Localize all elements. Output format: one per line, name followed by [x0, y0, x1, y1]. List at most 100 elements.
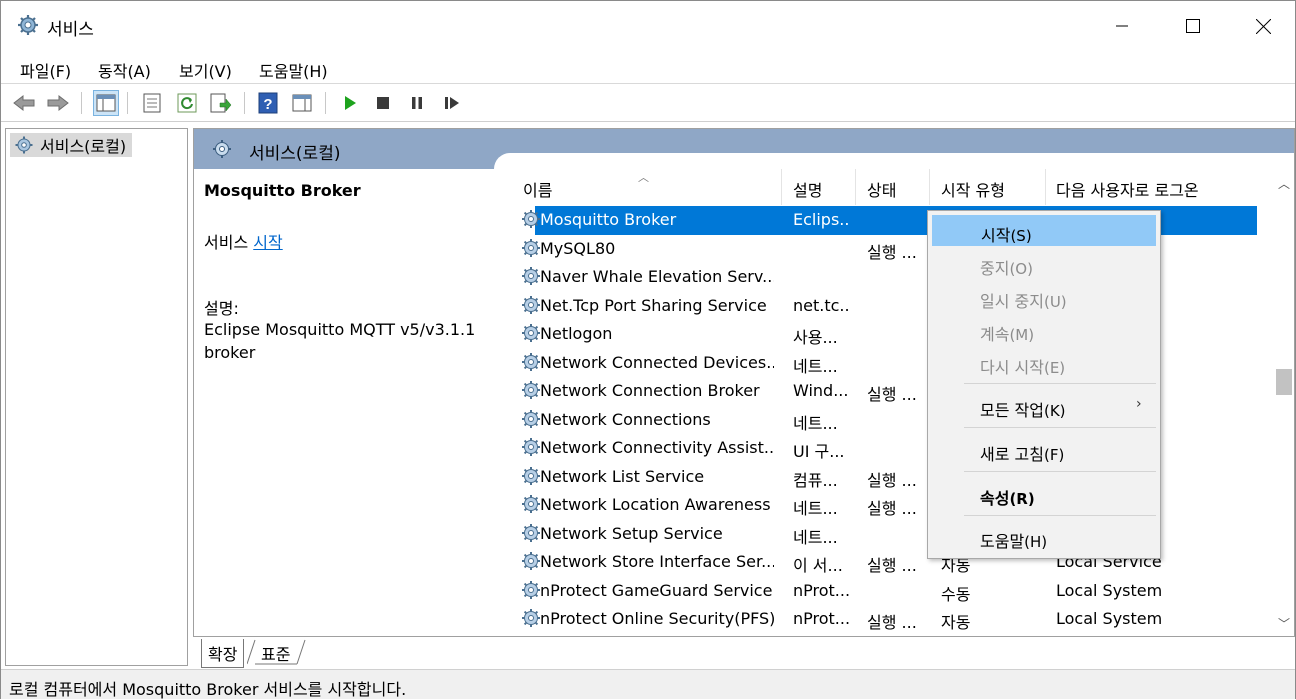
service-gear-icon: [521, 323, 541, 347]
service-description: 컴퓨...: [793, 470, 838, 490]
service-gear-icon: [521, 352, 541, 376]
menu-item-start[interactable]: 시작(S): [932, 215, 1156, 246]
menu-item-label: 속성: [980, 489, 1010, 508]
menu-action[interactable]: 동작(A): [98, 58, 151, 82]
menu-item-accel: (O): [1009, 260, 1033, 278]
services-window: 서비스 파일(F) 동작(A) 보기(V) 도움말(H) ? 서비스(로컬) 서…: [0, 0, 1296, 699]
close-button[interactable]: [1228, 1, 1296, 51]
service-name: Network Setup Service: [540, 523, 723, 543]
minimize-button[interactable]: [1086, 1, 1157, 51]
service-startup-type: 자동: [941, 613, 971, 632]
show-action-pane-icon[interactable]: [289, 90, 315, 116]
tree-item-services-local[interactable]: 서비스(로컬): [10, 133, 133, 157]
service-description: nProt...: [793, 609, 849, 628]
service-gear-icon: [521, 209, 541, 233]
column-header-startup-type[interactable]: 시작 유형: [941, 177, 1005, 200]
tab-extended[interactable]: 확장: [201, 639, 245, 668]
service-status: 실행 ...: [867, 499, 917, 518]
pause-service-icon[interactable]: [404, 90, 430, 116]
service-gear-icon: [521, 494, 541, 518]
toolbar-separator: [81, 92, 82, 114]
menu-item-refresh[interactable]: 새로 고침(F): [932, 435, 1156, 466]
title-bar: 서비스: [1, 1, 1295, 51]
menu-item-resume[interactable]: 계속(M): [932, 315, 1156, 346]
column-header-description[interactable]: 설명: [793, 177, 822, 200]
table-row[interactable]: nProtect GameGuard Service nProt... 수동 Loca…: [513, 577, 1274, 606]
column-header-status[interactable]: 상태: [867, 177, 896, 200]
properties-icon[interactable]: [139, 90, 165, 116]
menu-item-pause[interactable]: 일시 중지(U): [932, 282, 1156, 313]
menu-item-label: 모든 작업: [980, 401, 1044, 420]
service-gear-icon: [521, 295, 541, 319]
menu-file[interactable]: 파일(F): [20, 58, 71, 82]
menu-item-all-tasks[interactable]: 모든 작업(K) ›: [932, 391, 1156, 422]
menu-item-accel: (F): [1043, 446, 1065, 464]
menu-item-accel: (K): [1043, 402, 1066, 420]
menu-item-label: 일시 중지: [980, 292, 1044, 311]
toolbar-separator: [127, 92, 128, 114]
service-name: Network List Service: [540, 466, 705, 486]
column-header-name[interactable]: 이름: [523, 177, 552, 200]
menu-item-stop[interactable]: 중지(O): [932, 249, 1156, 280]
tab-outline: [247, 639, 306, 665]
start-service-link[interactable]: 시작: [253, 233, 282, 252]
table-row[interactable]: nProtect Online Security(PFS) nProt... 실행 …: [513, 605, 1274, 634]
service-name: nProtect Online Security(PFS): [540, 609, 774, 628]
tree-item-label: 서비스(로컬): [40, 137, 127, 156]
service-status: 실행 ...: [867, 613, 917, 632]
service-gear-icon: [521, 238, 541, 262]
menu-item-accel: (U): [1043, 293, 1067, 311]
toolbar-separator: [325, 92, 326, 114]
header-curve: [494, 153, 1294, 169]
service-description: 이 서...: [793, 556, 843, 575]
service-description: net.tc...: [793, 295, 849, 315]
column-divider: [855, 169, 856, 205]
menu-item-properties[interactable]: 속성(R): [932, 479, 1156, 510]
forward-arrow-icon[interactable]: [45, 90, 71, 116]
back-arrow-icon[interactable]: [11, 90, 37, 116]
start-service-line: 서비스 시작: [204, 229, 283, 253]
vertical-scrollbar[interactable]: ︿ ﹀: [1274, 169, 1294, 636]
start-service-icon[interactable]: [337, 90, 363, 116]
menu-item-label: 새로 고침: [980, 445, 1044, 464]
menu-separator: [964, 383, 1156, 384]
chevron-right-icon: ›: [1136, 396, 1142, 412]
menu-item-accel: (E): [1043, 359, 1066, 377]
menu-item-restart[interactable]: 다시 시작(E): [932, 348, 1156, 379]
column-divider: [781, 169, 782, 205]
service-name: Netlogon: [540, 324, 613, 343]
service-description: Eclips...: [793, 210, 849, 229]
resume-service-icon[interactable]: [439, 90, 465, 116]
scroll-thumb[interactable]: [1276, 369, 1292, 395]
export-list-icon[interactable]: [208, 90, 234, 116]
show-hide-tree-icon[interactable]: [93, 90, 119, 116]
refresh-icon[interactable]: [174, 90, 200, 116]
sort-ascending-icon: ︿: [638, 171, 649, 184]
menu-item-label: 시작: [981, 226, 1011, 245]
menu-item-label: 중지: [980, 259, 1010, 278]
service-gear-icon: [521, 551, 541, 575]
menu-item-help[interactable]: 도움말(H): [932, 522, 1156, 553]
menu-help[interactable]: 도움말(H): [259, 58, 328, 82]
service-description: 사용...: [793, 328, 838, 347]
maximize-button[interactable]: [1157, 1, 1228, 51]
service-description: 네트...: [793, 499, 838, 518]
column-header-logon-as[interactable]: 다음 사용자로 로그온: [1056, 177, 1199, 200]
stop-service-icon[interactable]: [370, 90, 396, 116]
service-gear-icon: [521, 608, 541, 632]
svg-text:?: ?: [263, 96, 272, 113]
menu-item-accel: (H): [1024, 533, 1048, 551]
menu-view[interactable]: 보기(V): [179, 58, 232, 82]
menu-separator: [964, 427, 1156, 428]
maximize-icon: [1185, 19, 1200, 33]
scroll-up-icon[interactable]: ︿: [1278, 175, 1290, 192]
menu-item-label: 다시 시작: [980, 358, 1044, 377]
menu-item-accel: (R): [1009, 490, 1035, 508]
service-gear-icon: [521, 266, 541, 290]
help-icon[interactable]: ?: [255, 90, 281, 116]
scroll-down-icon[interactable]: ﹀: [1278, 615, 1290, 632]
service-name: Network Connection Broker: [540, 381, 760, 400]
menu-item-label: 도움말: [980, 532, 1025, 551]
toolbar-separator: [244, 92, 245, 114]
service-gear-icon: [521, 409, 541, 433]
